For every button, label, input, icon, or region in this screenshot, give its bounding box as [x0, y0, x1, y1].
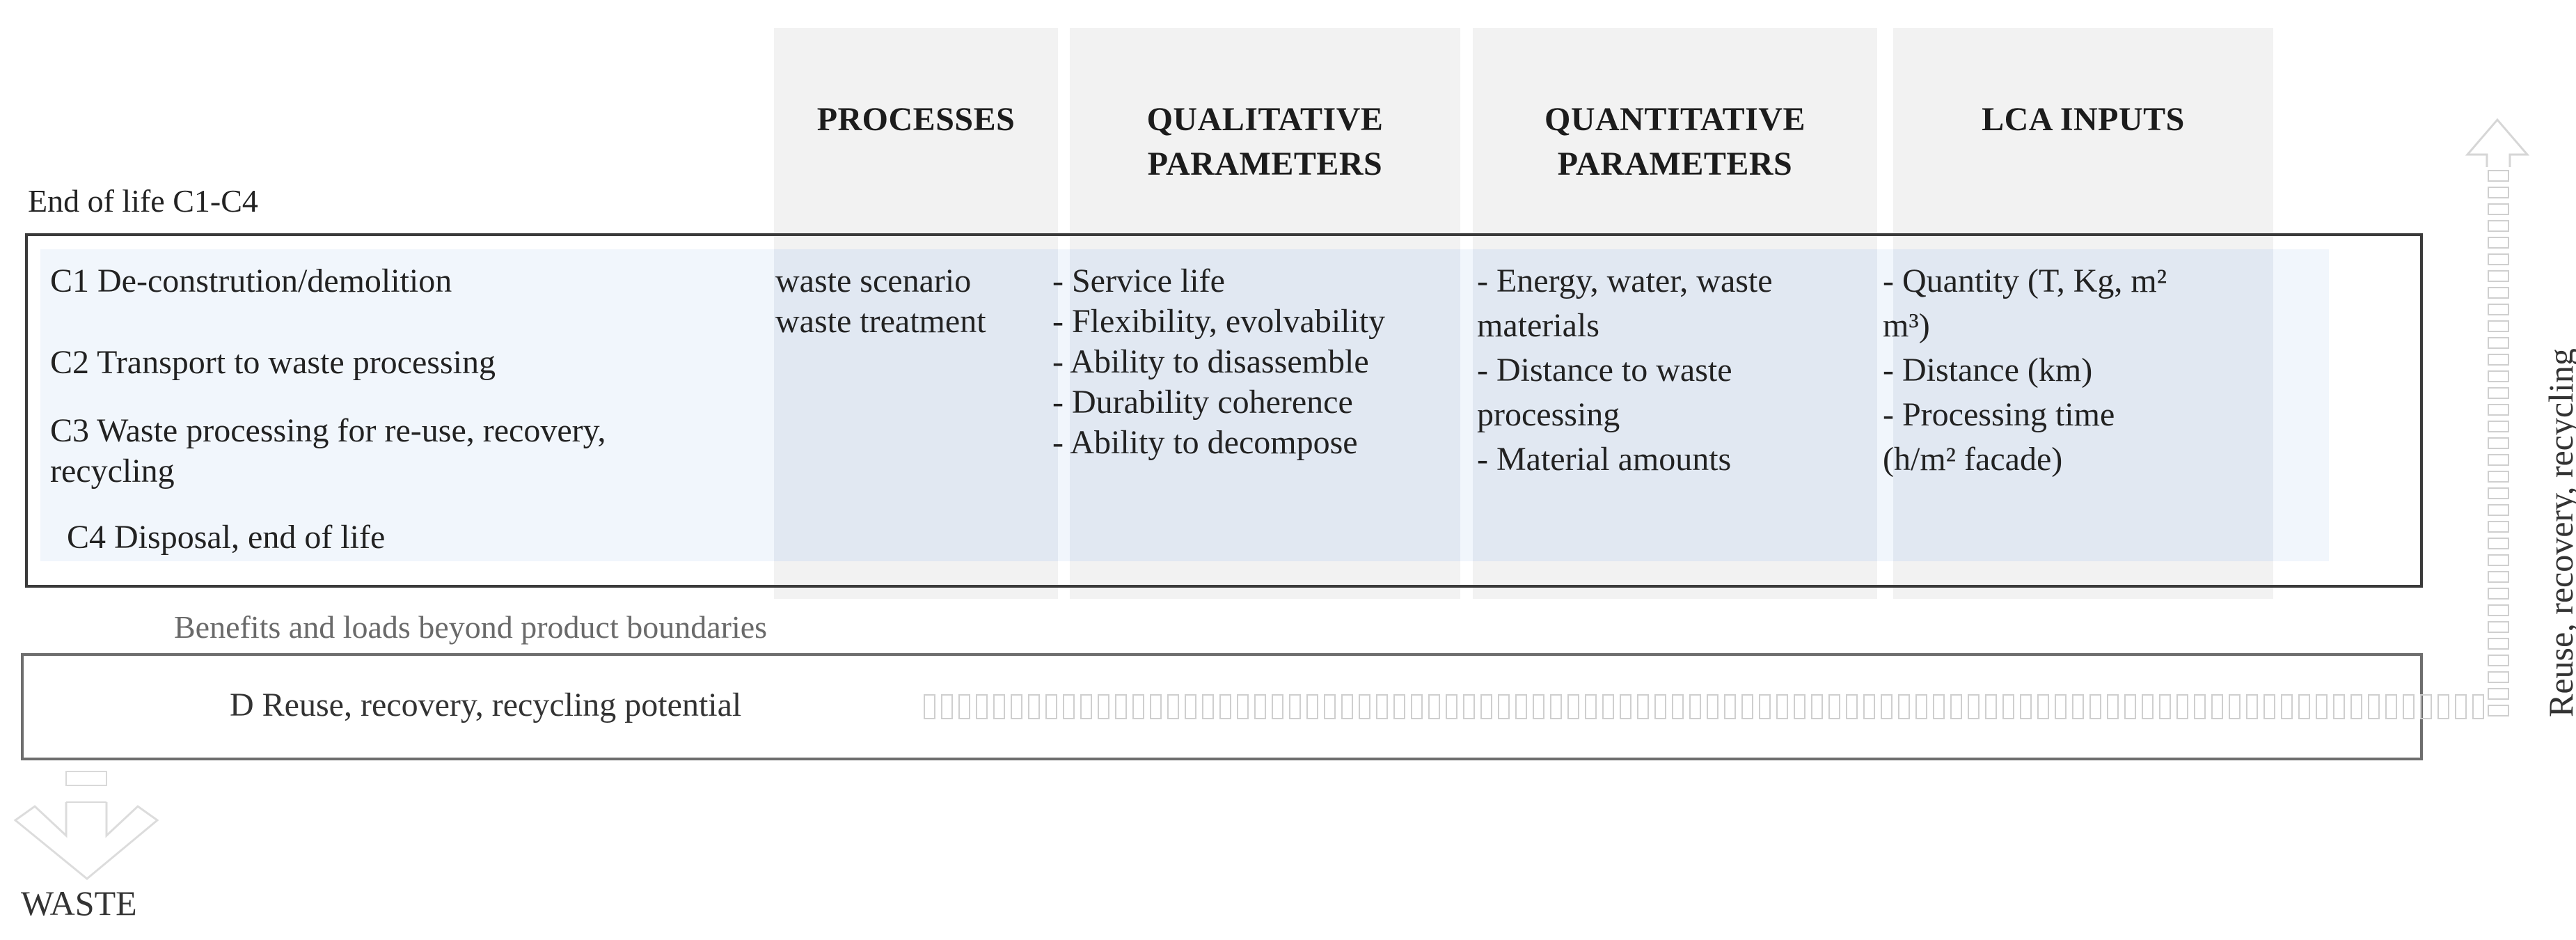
- waste-label: WASTE: [21, 884, 137, 923]
- waste-arrow-icon: [13, 771, 159, 880]
